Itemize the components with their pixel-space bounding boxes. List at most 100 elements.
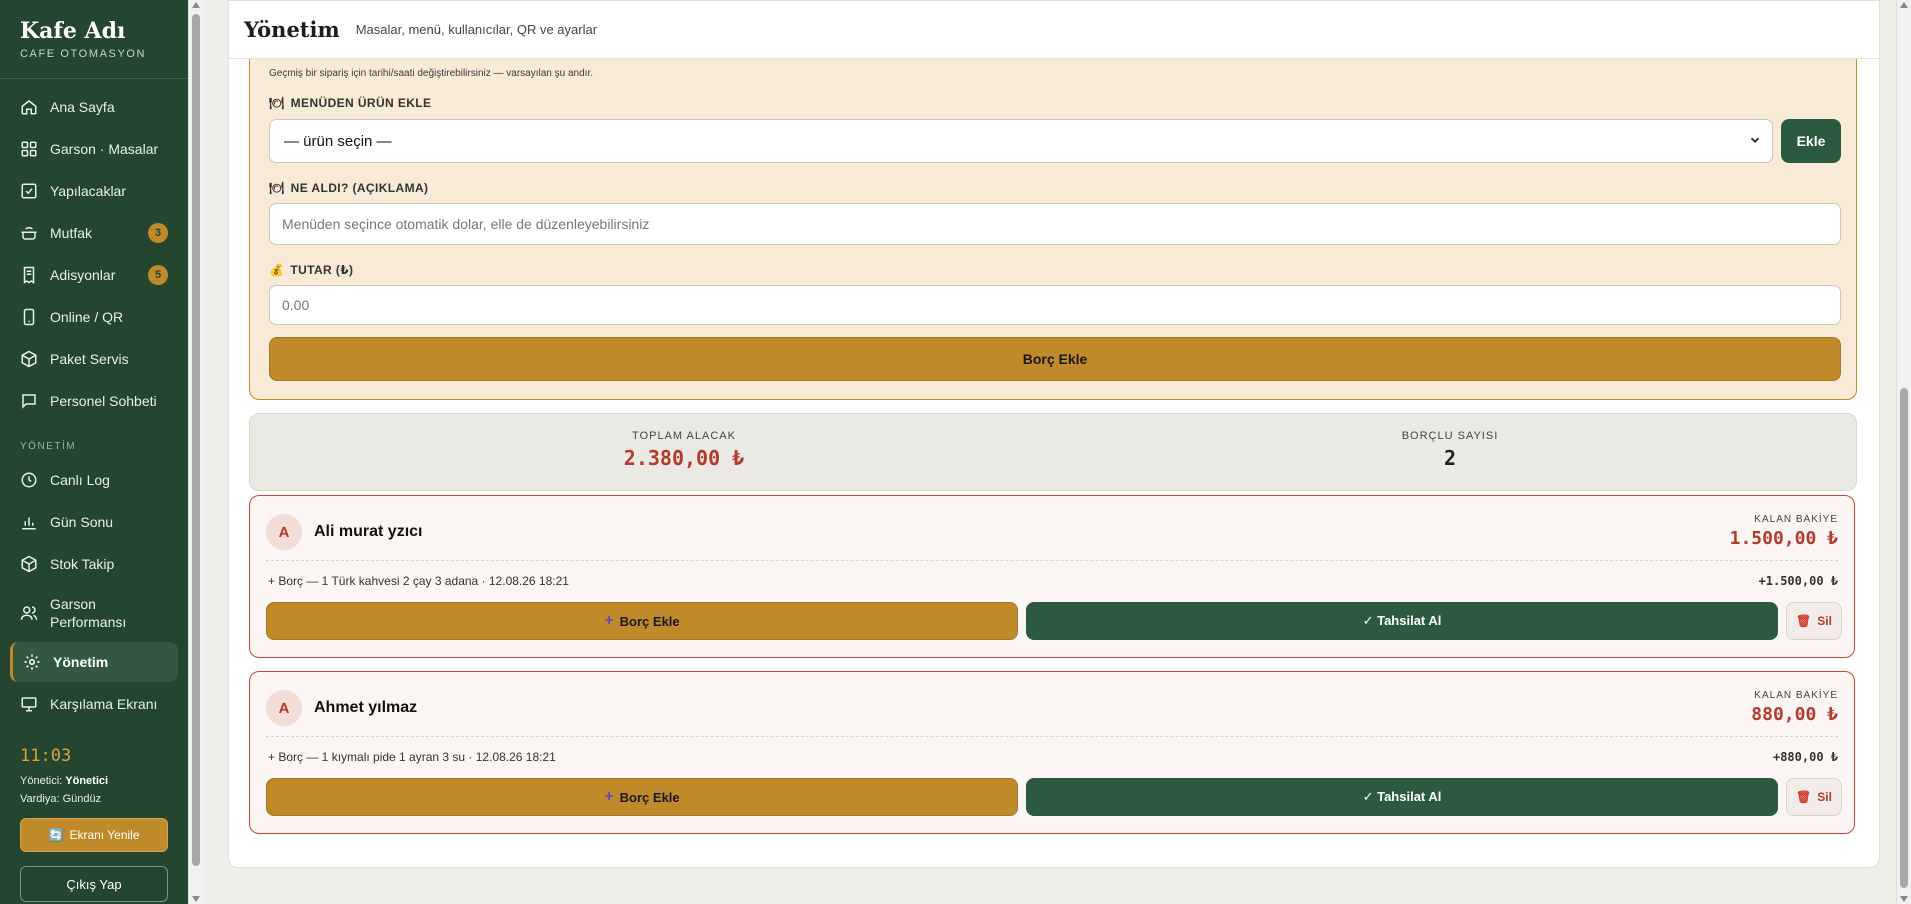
add-debt-button[interactable]: + Borç Ekle — [266, 778, 1018, 816]
sidebar-item-yonetim[interactable]: Yönetim — [10, 642, 178, 682]
description-input[interactable]: Menüden seçince otomatik dolar, elle de … — [269, 203, 1841, 245]
avatar: A — [266, 690, 302, 726]
sidebar-item-adisyonlar[interactable]: Adisyonlar 5 — [10, 255, 178, 295]
mutfak-count-badge: 3 — [148, 223, 168, 243]
sidebar-item-yapilacaklar[interactable]: Yapılacaklar — [10, 171, 178, 211]
chevron-down-icon — [1750, 137, 1760, 143]
sidebar-item-label: Karşılama Ekranı — [50, 696, 158, 712]
balance-value: 880,00 ₺ — [1751, 704, 1838, 725]
monitor-icon — [20, 695, 38, 713]
page-title: Yönetim — [244, 17, 340, 42]
manager-label: Yönetici: — [20, 775, 63, 787]
transaction-text: + Borç — 1 kıymalı pide 1 ayran 3 su · 1… — [268, 750, 556, 764]
sidebar-item-online-qr[interactable]: Online / QR — [10, 297, 178, 337]
avatar: A — [266, 514, 302, 550]
delete-button[interactable]: 🗑 Sil — [1786, 778, 1842, 816]
delete-label: Sil — [1817, 614, 1832, 628]
grid-icon — [20, 140, 38, 158]
clock-icon — [20, 471, 38, 489]
sidebar-item-label: Yönetim — [53, 654, 109, 670]
sidebar-item-label: Canlı Log — [50, 472, 110, 488]
brand: Kafe Adı CAFE OTOMASYON — [0, 0, 188, 60]
sidebar-item-label: Stok Takip — [50, 556, 115, 572]
section-title-yonetim: YÖNETİM — [20, 441, 77, 452]
sidebar-item-personel-sohbeti[interactable]: Personel Sohbeti — [10, 381, 178, 421]
transaction-amount: +880,00 ₺ — [1772, 750, 1838, 764]
checkbox-icon — [20, 182, 38, 200]
add-debt-button[interactable]: + Borç Ekle — [266, 602, 1018, 640]
refresh-button[interactable]: 🔄 Ekranı Yenile — [20, 818, 168, 852]
scroll-up-arrow-icon[interactable] — [192, 2, 200, 8]
page-header: Yönetim Masalar, menü, kullanıcılar, QR … — [229, 1, 1879, 59]
logout-button[interactable]: Çıkış Yap — [20, 866, 168, 902]
scrollbar-thumb[interactable] — [192, 14, 200, 866]
menu-label-text: MENÜDEN ÜRÜN EKLE — [290, 96, 432, 110]
sidebar-item-label: Garson · Masalar — [50, 141, 159, 157]
sidebar-item-paket-servis[interactable]: Paket Servis — [10, 339, 178, 379]
sidebar-item-label: Mutfak — [50, 225, 93, 241]
main-content: Geçmiş bir sipariş için tarihi/saati değ… — [228, 0, 1880, 904]
total-receivable-value: 2.380,00 ₺ — [623, 446, 745, 470]
sidebar-item-label: Paket Servis — [50, 351, 129, 367]
bar-chart-icon — [20, 513, 38, 531]
chat-icon — [20, 392, 38, 410]
add-product-button[interactable]: Ekle — [1781, 119, 1841, 163]
product-select[interactable]: — ürün seçin — — [269, 119, 1773, 163]
users-icon — [20, 604, 38, 622]
scrollbar-thumb[interactable] — [1900, 388, 1908, 888]
sidebar-item-label: Adisyonlar — [50, 267, 116, 283]
clock: 11:03 — [20, 746, 72, 766]
sidebar-item-ana-sayfa[interactable]: Ana Sayfa — [10, 87, 178, 127]
refresh-label: Ekranı Yenile — [69, 828, 140, 842]
debtor-name: Ahmet yılmaz — [314, 699, 418, 716]
box-icon — [20, 555, 38, 573]
main-nav: Ana Sayfa Garson · Masalar Yapılacaklar … — [0, 87, 188, 421]
debtor-count-value: 2 — [1443, 446, 1457, 470]
sidebar-item-garson-performansi[interactable]: Garson Performansı — [10, 586, 178, 640]
sidebar-item-stok-takip[interactable]: Stok Takip — [10, 544, 178, 584]
phone-icon — [20, 308, 38, 326]
delete-button[interactable]: 🗑 Sil — [1786, 602, 1842, 640]
sidebar-item-mutfak[interactable]: Mutfak 3 — [10, 213, 178, 253]
add-debt-label: Borç Ekle — [619, 789, 680, 805]
collect-payment-button[interactable]: ✓ Tahsilat Al — [1026, 778, 1778, 816]
divider — [266, 560, 1838, 561]
sidebar: Kafe Adı CAFE OTOMASYON Ana Sayfa Garson… — [0, 0, 188, 904]
money-bag-icon: 💰 — [269, 263, 285, 277]
debtor-count: BORÇLU SAYISI 2 — [1100, 430, 1800, 470]
desc-label-text: NE ALDI? (AÇIKLAMA) — [290, 181, 429, 195]
scroll-down-arrow-icon[interactable] — [1900, 896, 1908, 902]
sidebar-item-label: Ana Sayfa — [50, 99, 115, 115]
sidebar-item-canli-log[interactable]: Canlı Log — [10, 460, 178, 500]
amount-label-text: TUTAR (₺) — [290, 263, 354, 277]
sidebar-item-garson-masalar[interactable]: Garson · Masalar — [10, 129, 178, 169]
sidebar-item-label: Gün Sonu — [50, 514, 114, 530]
gear-icon — [23, 653, 41, 671]
amount-input[interactable]: 0.00 — [269, 285, 1841, 325]
sidebar-item-gun-sonu[interactable]: Gün Sonu — [10, 502, 178, 542]
divider — [266, 736, 1838, 737]
home-icon — [20, 98, 38, 116]
total-receivable: TOPLAM ALACAK 2.380,00 ₺ — [334, 430, 1034, 470]
adisyonlar-count-badge: 5 — [148, 265, 168, 285]
manager-value: Yönetici — [65, 775, 109, 787]
sidebar-scrollbar[interactable] — [188, 0, 203, 904]
scroll-up-arrow-icon[interactable] — [1900, 2, 1908, 8]
brand-divider — [0, 78, 188, 79]
sidebar-item-karsilama-ekrani[interactable]: Karşılama Ekranı — [10, 684, 178, 724]
transaction-amount: +1.500,00 ₺ — [1758, 574, 1838, 588]
shift-text: Vardiya: Gündüz — [20, 793, 102, 805]
debt-summary: TOPLAM ALACAK 2.380,00 ₺ BORÇLU SAYISI 2 — [249, 413, 1857, 491]
page-scrollbar[interactable] — [1896, 0, 1911, 904]
add-debt-button[interactable]: Borç Ekle — [269, 337, 1841, 381]
total-receivable-label: TOPLAM ALACAK — [632, 430, 736, 442]
content-card: Geçmiş bir sipariş için tarihi/saati değ… — [228, 0, 1880, 868]
debtor-card: A Ahmet yılmaz KALAN BAKİYE 880,00 ₺ + B… — [249, 671, 1855, 834]
collect-payment-button[interactable]: ✓ Tahsilat Al — [1026, 602, 1778, 640]
amount-label: 💰 TUTAR (₺) — [269, 263, 353, 277]
balance-value: 1.500,00 ₺ — [1729, 528, 1838, 549]
scroll-down-arrow-icon[interactable] — [192, 896, 200, 902]
refresh-icon: 🔄 — [48, 828, 64, 842]
manager-line: Yönetici: Yönetici — [0, 772, 188, 790]
transaction-text: + Borç — 1 Türk kahvesi 2 çay 3 adana · … — [268, 574, 569, 588]
